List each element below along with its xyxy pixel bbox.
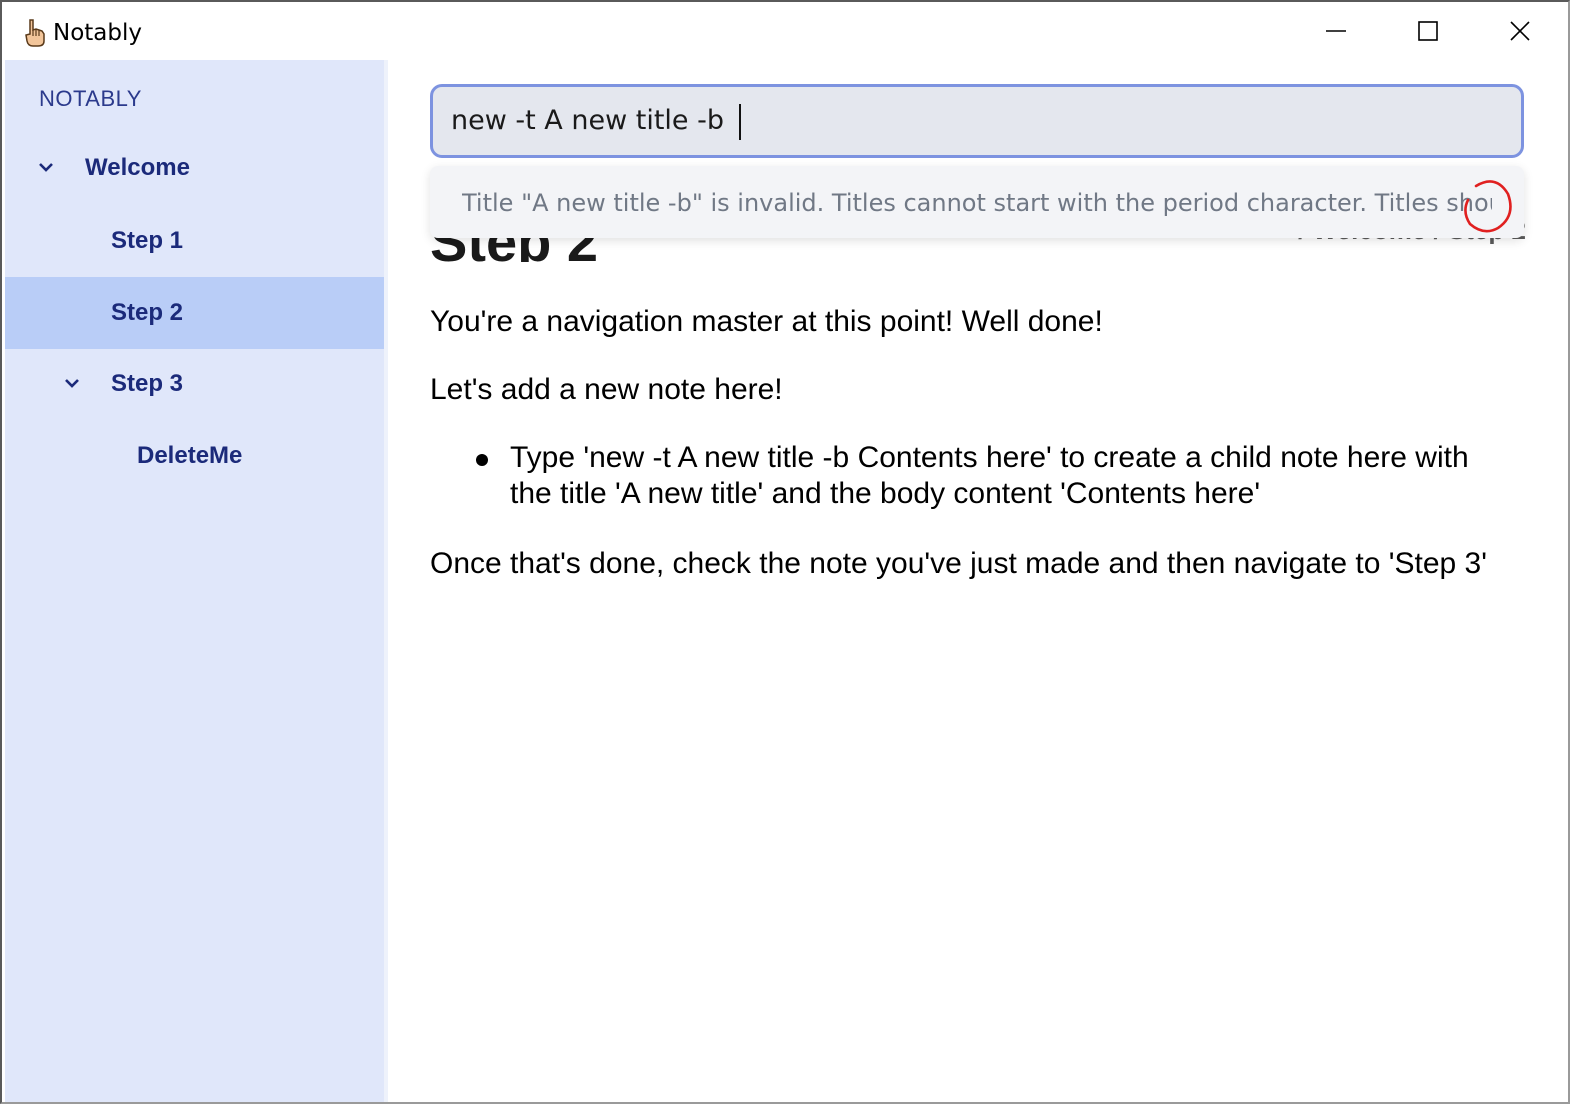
sidebar-item-step-1[interactable]: Step 1 (5, 205, 384, 277)
sidebar-item-step-3[interactable]: Step 3 (5, 348, 384, 420)
chevron-down-icon[interactable] (35, 156, 57, 178)
close-icon (1510, 21, 1530, 41)
sidebar-item-deleteme[interactable]: DeleteMe (5, 420, 384, 492)
maximize-icon (1418, 21, 1438, 41)
list-item: Type 'new -t A new title -b Contents her… (510, 441, 1469, 510)
chevron-down-icon[interactable] (61, 372, 83, 394)
sidebar-item-label: Step 3 (111, 370, 184, 397)
suggestion-item[interactable]: Title "A new title -b" is invalid. Title… (462, 188, 1492, 218)
text-caret (738, 103, 741, 140)
suggestion-dropdown[interactable]: Title "A new title -b" is invalid. Title… (430, 166, 1524, 238)
sidebar: NOTABLY Welcome Step 1 Step 2 Step 3 Del… (5, 60, 384, 1102)
close-button[interactable] (1474, 2, 1566, 60)
sidebar-item-label: Welcome (85, 154, 190, 181)
sidebar-brand: NOTABLY (39, 86, 142, 111)
sidebar-item-label: Step 1 (111, 227, 184, 254)
paragraph: Once that's done, check the note you've … (430, 547, 1487, 580)
paragraph: Let's add a new note here! (430, 373, 783, 406)
command-input-value: new -t A new title -b (451, 105, 733, 136)
title-bar[interactable]: Notably (2, 2, 1568, 60)
window-title: Notably (53, 20, 142, 46)
command-input[interactable]: new -t A new title -b (451, 87, 1501, 155)
red-circle-annotation (1464, 180, 1512, 233)
hand-pointing-icon (25, 19, 45, 47)
command-bar[interactable]: new -t A new title -b (430, 84, 1524, 158)
minimize-button[interactable] (1290, 2, 1382, 60)
sidebar-item-label: Step 2 (111, 299, 184, 326)
sidebar-item-step-2[interactable]: Step 2 (5, 277, 384, 349)
app-window: Notably NOTABLY Welcome Step 1 Step 2 St… (0, 0, 1570, 1104)
paragraph: You're a navigation master at this point… (430, 305, 1103, 338)
bullet-icon (476, 454, 488, 466)
sidebar-item-welcome[interactable]: Welcome (5, 132, 384, 204)
minimize-icon (1326, 30, 1346, 32)
maximize-button[interactable] (1382, 2, 1474, 60)
main-content: Step 2 / Welcome / Step 2 You're a navig… (388, 60, 1568, 1102)
sidebar-item-label: DeleteMe (137, 442, 243, 469)
